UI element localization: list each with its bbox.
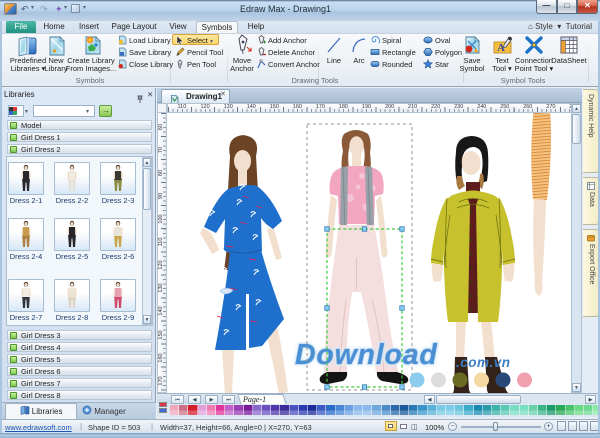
svg-text:A: A <box>497 42 505 54</box>
svg-text:Download: Download <box>295 339 438 371</box>
svg-text:.com.vn: .com.vn <box>456 355 511 370</box>
